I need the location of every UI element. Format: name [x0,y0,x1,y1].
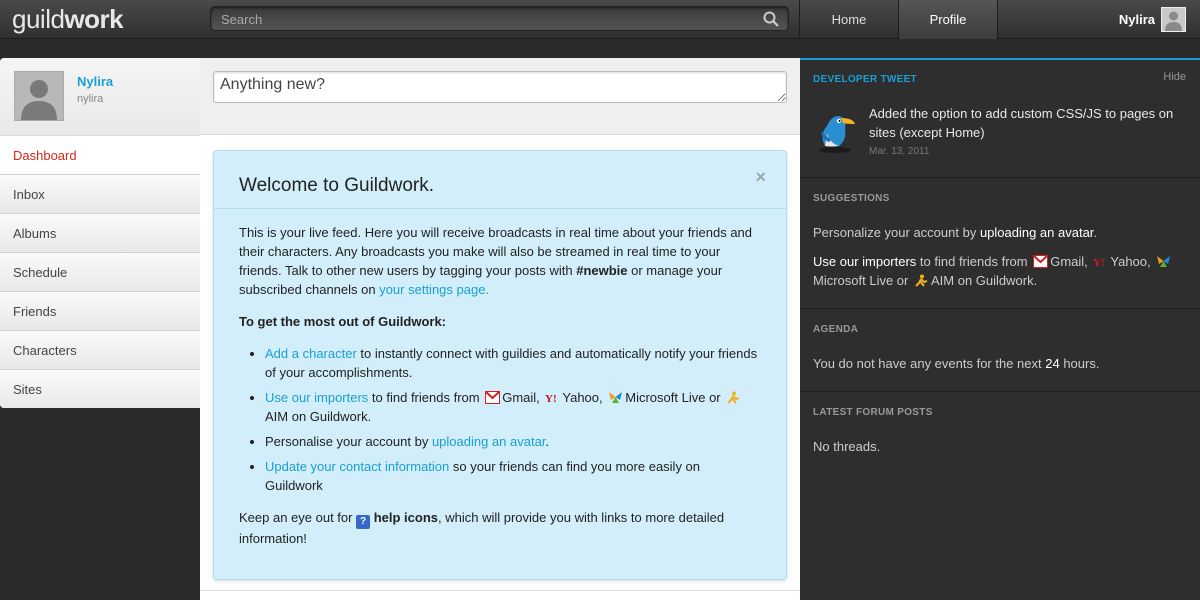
welcome-intro: This is your live feed. Here you will re… [239,225,753,297]
svg-text:Y!: Y! [545,393,557,404]
feed-divider [200,590,800,600]
upload-avatar-link[interactable]: uploading an avatar [980,225,1093,240]
agenda-title: Agenda [813,324,859,335]
suggestion-item: Use our importers to find friends from G… [813,252,1188,290]
welcome-panel: Welcome to Guildwork. × This is your liv… [213,150,787,580]
profile-handle: nylira [77,93,104,105]
gmail-icon [1033,255,1049,268]
yahoo-icon: Y! [1093,257,1105,268]
forum-posts-section: Latest Forum Posts No threads. [800,392,1200,472]
top-bar: guildwork Home Profile Nylira [0,0,1200,39]
aim-icon [915,274,928,287]
tweet-text: Added the option to add custom CSS/JS to… [869,106,1174,140]
sidebar-item-characters[interactable]: Characters [0,331,200,370]
sidebar-item-albums[interactable]: Albums [0,214,200,253]
sidebar-item-friends[interactable]: Friends [0,292,200,331]
search-input[interactable] [219,10,759,28]
settings-page-link[interactable]: your settings page. [379,282,489,297]
right-panel: Developer Tweet Hide Added the option to… [800,58,1200,600]
forum-posts-title: Latest Forum Posts [813,407,933,418]
importers-link[interactable]: Use our importers [813,254,916,269]
bird-mascot-icon [819,116,855,153]
profile-summary: Nylira nylira [0,58,200,136]
search-box [210,6,789,31]
microsoft-live-icon [1157,256,1171,267]
developer-tweet-section: Developer Tweet Hide Added the option to… [800,60,1200,178]
welcome-header: Welcome to Guildwork. × [214,151,786,209]
profile-avatar-icon[interactable] [14,71,64,121]
user-name[interactable]: Nylira [1119,12,1155,27]
newbie-tag: #newbie [576,263,628,278]
tweet-date: Mar. 13, 2011 [869,146,930,157]
sidebar-item-dashboard[interactable]: Dashboard [0,136,200,175]
upload-avatar-link[interactable]: uploading an avatar [432,434,545,449]
yahoo-icon: Y! [545,393,557,404]
nav-profile-tab[interactable]: Profile [899,0,997,39]
developer-tweet-title: Developer Tweet [813,74,917,85]
sidebar-item-sites[interactable]: Sites [0,370,200,408]
agenda-text: You do not have any events for the next … [813,356,1100,371]
welcome-subhead: To get the most out of Guildwork: [239,314,447,329]
update-contact-link[interactable]: Update your contact information [265,459,449,474]
svg-text:Y!: Y! [1093,257,1105,268]
welcome-body: This is your live feed. Here you will re… [214,209,786,548]
status-composer [200,58,800,135]
suggestion-item: Personalize your account by uploading an… [813,225,1098,240]
importers-link[interactable]: Use our importers [265,390,368,405]
tips-list: Add a character to instantly connect wit… [239,344,761,495]
user-menu[interactable]: Nylira [998,0,1200,39]
agenda-section: Agenda You do not have any events for th… [800,309,1200,392]
sidebar-item-schedule[interactable]: Schedule [0,253,200,292]
status-input[interactable] [213,71,787,103]
list-item: Personalise your account by uploading an… [265,432,761,451]
list-item: Use our importers to find friends from G… [265,388,761,426]
left-sidebar: Nylira nylira Dashboard Inbox Albums Sch… [0,58,200,408]
aim-icon [727,391,740,404]
list-item: Add a character to instantly connect wit… [265,344,761,382]
sidebar-item-inbox[interactable]: Inbox [0,175,200,214]
welcome-outro: Keep an eye out for ? help icons, which … [239,510,725,546]
suggestions-title: Suggestions [813,193,890,204]
close-icon[interactable]: × [755,167,766,188]
welcome-title: Welcome to Guildwork. [239,175,434,196]
nav-home-tab[interactable]: Home [800,0,898,39]
profile-name[interactable]: Nylira [77,74,113,89]
hide-button[interactable]: Hide [1163,71,1186,83]
forum-posts-empty: No threads. [813,439,881,454]
list-item: Update your contact information so your … [265,457,761,495]
microsoft-live-icon [609,392,623,403]
add-character-link[interactable]: Add a character [265,346,357,361]
gmail-icon [485,391,501,404]
search-icon[interactable] [762,10,780,28]
suggestions-section: Suggestions Personalize your account by … [800,178,1200,309]
guildwork-logo[interactable]: guildwork [12,4,124,35]
help-icon: ? [356,515,371,529]
user-avatar-icon[interactable] [1161,7,1186,32]
main-feed: Welcome to Guildwork. × This is your liv… [200,58,800,600]
